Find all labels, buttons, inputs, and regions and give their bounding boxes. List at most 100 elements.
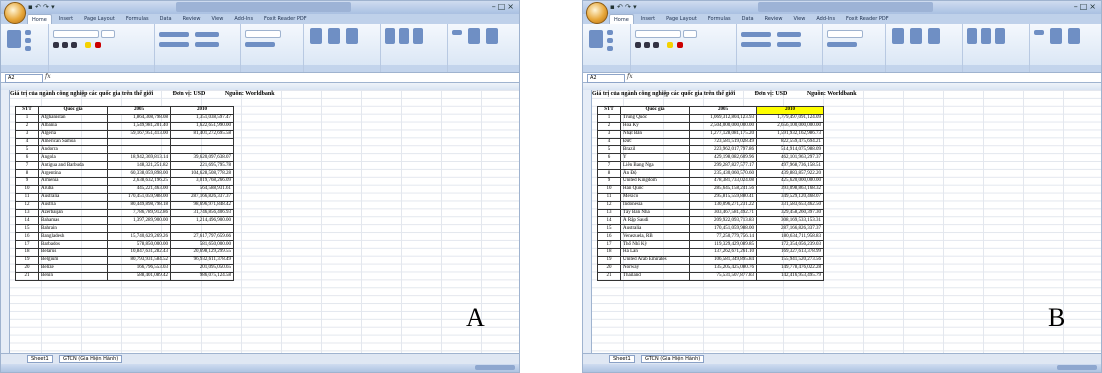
bold-icon[interactable] [53, 42, 60, 48]
cell-stt[interactable]: 21 [15, 271, 39, 281]
cell-2010[interactable]: 393,098,863,168.32 [756, 184, 824, 194]
cell-2005[interactable] [107, 145, 171, 155]
conditional-formatting-icon[interactable] [309, 28, 322, 44]
cell-country[interactable]: Ấn Độ [620, 169, 690, 179]
tab-home[interactable]: Home [609, 14, 634, 24]
cell-country[interactable]: Belize [38, 263, 108, 273]
cell-2005[interactable]: 588,401,089.42 [107, 271, 171, 281]
cell-2005[interactable]: 148,321,251.82 [107, 161, 171, 171]
cell-country[interactable]: Armenia [38, 177, 108, 186]
cell-2005[interactable]: 10,847,631,282.43 [107, 248, 171, 257]
tab-foxit[interactable]: Foxit Reader PDF [842, 14, 893, 24]
cell-country[interactable]: Bangladesh [38, 232, 108, 242]
cell-stt[interactable]: 12 [597, 200, 621, 210]
tab-page-layout[interactable]: Page Layout [662, 14, 701, 24]
cell-stt[interactable]: 4 [597, 137, 621, 147]
cell-stt[interactable]: 16 [15, 232, 39, 242]
format-as-table-icon[interactable] [909, 28, 922, 44]
cell-country[interactable]: Belgium [38, 255, 108, 265]
tab-view[interactable]: View [207, 14, 227, 24]
cell-country[interactable]: American Samoa [38, 137, 108, 147]
tab-insert[interactable]: Insert [637, 14, 659, 24]
cell-2005[interactable]: 1,277,128,081,175.20 [689, 129, 757, 139]
cell-country[interactable]: Mexico [620, 192, 690, 202]
insert-cells-icon[interactable] [384, 28, 395, 44]
cell-stt[interactable]: 18 [15, 248, 39, 257]
cell-stt[interactable]: 8 [597, 169, 621, 179]
cell-2010[interactable]: 564,588,931.61 [170, 184, 234, 194]
italic-icon[interactable] [62, 42, 69, 48]
cell-2010[interactable]: 180,634,711,958.83 [756, 232, 824, 242]
cell-2010[interactable]: 98,696,971,848.42 [170, 200, 234, 210]
cell-country[interactable]: Thailand [620, 271, 690, 281]
cell-stt[interactable]: 5 [15, 145, 39, 155]
cell-country[interactable]: Angola [38, 153, 108, 163]
find-select-icon[interactable] [485, 28, 498, 44]
tab-formulas[interactable]: Formulas [704, 14, 735, 24]
cell-2005[interactable]: 478,381,733,024.08 [689, 177, 757, 186]
cell-country[interactable]: Hoa Kỳ [620, 121, 690, 131]
insert-cells-icon[interactable] [966, 28, 977, 44]
cell-stt[interactable]: 11 [597, 192, 621, 202]
cell-stt[interactable]: 13 [597, 208, 621, 218]
cell-2010[interactable]: 3,019,768,266.09 [170, 177, 234, 186]
cut-icon[interactable] [25, 30, 31, 35]
window-controls[interactable]: –□× [1074, 2, 1098, 11]
cell-2005[interactable]: 75,531,507,877.83 [689, 271, 757, 281]
cell-stt[interactable]: 6 [15, 153, 39, 163]
cell-2005[interactable]: 18,942,369,813.14 [107, 153, 171, 163]
cell-country[interactable]: Afghanistan [38, 113, 108, 123]
sort-filter-icon[interactable] [1049, 28, 1062, 44]
cell-2010[interactable]: 104,628,508,778.28 [170, 169, 234, 179]
cell-stt[interactable]: 21 [597, 271, 621, 281]
cell-2010[interactable]: 287,166,826,337.37 [756, 224, 824, 234]
cell-stt[interactable]: 16 [597, 232, 621, 242]
cell-styles-icon[interactable] [345, 28, 358, 44]
tab-add-ins[interactable]: Add-Ins [812, 14, 839, 24]
cell-stt[interactable]: 14 [15, 216, 39, 226]
cell-2010[interactable] [170, 137, 234, 147]
font-name-select[interactable] [53, 30, 100, 38]
tab-home[interactable]: Home [27, 14, 52, 24]
cell-2005[interactable]: 1,549,981,201.40 [107, 121, 171, 131]
cut-icon[interactable] [607, 30, 613, 35]
cell-2005[interactable]: 445,221,463.00 [107, 184, 171, 194]
cell-stt[interactable]: 9 [597, 177, 621, 186]
number-format-select[interactable] [245, 30, 282, 38]
tab-insert[interactable]: Insert [55, 14, 77, 24]
cell-2010[interactable]: 221,695,795.78 [170, 161, 234, 171]
cell-stt[interactable]: 7 [597, 161, 621, 171]
sheet-tab-1[interactable]: Sheet1 [609, 355, 635, 363]
tab-view[interactable]: View [789, 14, 809, 24]
cell-stt[interactable]: 15 [597, 224, 621, 234]
cell-2005[interactable]: 80,793,931,584.52 [107, 255, 171, 265]
cell-2010[interactable]: 172,354,056,239.03 [756, 240, 824, 250]
cell-stt[interactable]: 5 [597, 145, 621, 155]
cell-2005[interactable]: 429,198,082,609.96 [689, 153, 757, 163]
cell-2010[interactable]: 1,622,651,990.00 [170, 121, 234, 131]
cell-2005[interactable]: 80,449,898,798.18 [107, 200, 171, 210]
cell-stt[interactable]: 12 [15, 200, 39, 210]
cell-2010[interactable]: 581,650,000.00 [170, 240, 234, 250]
cell-2005[interactable]: 295,815,559,880.41 [689, 192, 757, 202]
quick-access-toolbar[interactable]: ▪ ↶ ↷ ▾ [610, 3, 637, 11]
cell-country[interactable]: Venezuela, RB [620, 232, 690, 242]
cell-2005[interactable]: 170,451,059,988.00 [689, 224, 757, 234]
cell-2010[interactable]: 1,351,038,597.47 [170, 113, 234, 123]
fx-icon[interactable]: fx [45, 73, 51, 80]
cell-2005[interactable]: 303,467,581,492.71 [689, 208, 757, 218]
cell-country[interactable]: Belarus [38, 248, 108, 257]
cell-country[interactable]: Albania [38, 121, 108, 131]
cell-2010[interactable]: 201,095,050.65 [170, 263, 234, 273]
cell-country[interactable]: Argentina [38, 169, 108, 179]
font-color-icon[interactable] [677, 42, 684, 48]
indent-icons[interactable] [158, 42, 189, 47]
cell-2010[interactable]: 1,591,932,162,986.73 [756, 129, 824, 139]
cell-2010[interactable]: 155,941,520,273.56 [756, 255, 824, 265]
cell-stt[interactable]: 19 [15, 255, 39, 265]
format-painter-icon[interactable] [25, 46, 31, 51]
tab-formulas[interactable]: Formulas [122, 14, 153, 24]
cell-country[interactable]: Austria [38, 200, 108, 210]
copy-icon[interactable] [25, 38, 31, 43]
cell-2005[interactable]: 106,581,349,895.84 [689, 255, 757, 265]
